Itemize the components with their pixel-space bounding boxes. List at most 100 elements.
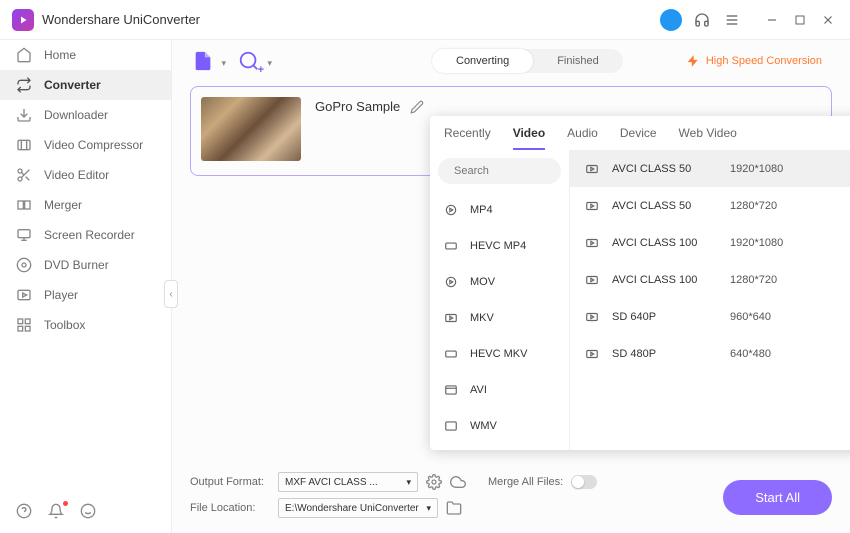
support-headset-icon[interactable] [692, 10, 712, 30]
format-mov[interactable]: MOV [430, 264, 569, 300]
feedback-icon[interactable] [80, 503, 98, 521]
tab-web-video[interactable]: Web Video [679, 126, 737, 150]
sidebar-item-dvd[interactable]: DVD Burner [0, 250, 171, 280]
sidebar-item-converter[interactable]: Converter [0, 70, 171, 100]
tab-device[interactable]: Device [620, 126, 657, 150]
format-label: MOV [470, 276, 495, 288]
format-search[interactable] [438, 158, 561, 184]
segment-converting[interactable]: Converting [432, 49, 533, 73]
format-icon [442, 383, 460, 397]
start-all-button[interactable]: Start All [723, 480, 832, 515]
sidebar-item-label: Video Editor [44, 168, 109, 182]
chevron-down-icon: ▾ [426, 503, 431, 514]
preset-name: AVCI CLASS 50 [612, 200, 718, 212]
menu-icon[interactable] [722, 10, 742, 30]
preset-name: AVCI CLASS 50 [612, 163, 718, 175]
preset-icon [584, 310, 600, 324]
preset-name: SD 640P [612, 311, 718, 323]
output-format-label: Output Format: [190, 476, 270, 488]
content-area: ‹ + ▾ + ▾ Converting Finished High Speed… [172, 40, 850, 533]
sidebar-item-label: Home [44, 48, 76, 62]
add-url-button[interactable]: + ▾ [236, 48, 262, 74]
format-label: HEVC MP4 [470, 240, 526, 252]
high-speed-label: High Speed Conversion [706, 55, 822, 67]
preset-item[interactable]: AVCI CLASS 501280*720 [570, 187, 850, 224]
sidebar-item-label: Video Compressor [44, 138, 143, 152]
preset-resolution: 1920*1080 [730, 237, 850, 249]
preset-item[interactable]: AVCI CLASS 100 1920*1080 [570, 224, 850, 261]
format-hevc-mkv[interactable]: HEVC MKV [430, 336, 569, 372]
sidebar-item-merger[interactable]: Merger [0, 190, 171, 220]
maximize-icon[interactable] [790, 10, 810, 30]
file-title: GoPro Sample [315, 99, 400, 114]
preset-resolution: 960*640 [730, 311, 850, 323]
format-icon [442, 275, 460, 289]
app-title: Wondershare UniConverter [42, 12, 200, 27]
tab-audio[interactable]: Audio [567, 126, 598, 150]
preset-item[interactable]: SD 480P640*480 [570, 335, 850, 372]
sidebar-item-toolbox[interactable]: Toolbox [0, 310, 171, 340]
preset-item[interactable]: SD 640P 960*640 [570, 298, 850, 335]
titlebar: Wondershare UniConverter [0, 0, 850, 40]
format-label: WMV [470, 420, 497, 432]
user-avatar-icon[interactable] [660, 9, 682, 31]
file-location-label: File Location: [190, 502, 270, 514]
preset-resolution: 640*480 [730, 348, 850, 360]
preset-icon [584, 347, 600, 361]
sidebar-item-label: Screen Recorder [44, 228, 135, 242]
format-icon [442, 239, 460, 253]
preset-item[interactable]: AVCI CLASS 501920*1080 [570, 150, 850, 187]
segment-finished[interactable]: Finished [533, 49, 623, 73]
help-icon[interactable] [16, 503, 34, 521]
preset-icon [584, 273, 600, 287]
close-icon[interactable] [818, 10, 838, 30]
sidebar-item-label: DVD Burner [44, 258, 109, 272]
merge-label: Merge All Files: [488, 476, 563, 488]
preset-item[interactable]: AVCI CLASS 1001280*720 [570, 261, 850, 298]
preset-name: AVCI CLASS 100 [612, 237, 718, 249]
output-format-select[interactable]: MXF AVCI CLASS ... ▾ [278, 472, 418, 492]
add-file-button[interactable]: + ▾ [190, 48, 216, 74]
compressor-icon [16, 137, 32, 153]
sidebar-item-label: Converter [44, 78, 101, 92]
format-mkv[interactable]: MKV [430, 300, 569, 336]
sidebar-item-player[interactable]: Player [0, 280, 171, 310]
file-location-select[interactable]: E:\Wondershare UniConverter ▾ [278, 498, 438, 518]
format-mp4[interactable]: MP4 [430, 192, 569, 228]
sidebar-item-compressor[interactable]: Video Compressor [0, 130, 171, 160]
edit-title-icon[interactable] [410, 100, 424, 114]
disc-icon [16, 257, 32, 273]
output-format-value: MXF AVCI CLASS ... [285, 477, 378, 488]
cloud-icon[interactable] [450, 474, 466, 490]
tab-recently[interactable]: Recently [444, 126, 491, 150]
format-avi[interactable]: AVI [430, 372, 569, 408]
svg-text:+: + [205, 62, 211, 72]
chevron-down-icon: ▾ [221, 58, 226, 69]
preset-icon [584, 236, 600, 250]
sidebar-item-downloader[interactable]: Downloader [0, 100, 171, 130]
settings-icon[interactable] [426, 474, 442, 490]
high-speed-conversion[interactable]: High Speed Conversion [686, 54, 832, 68]
toolbox-icon [16, 317, 32, 333]
video-thumbnail[interactable] [201, 97, 301, 161]
minimize-icon[interactable] [762, 10, 782, 30]
sidebar-collapse-handle[interactable]: ‹ [164, 280, 178, 308]
merge-toggle[interactable] [571, 475, 597, 489]
recorder-icon [16, 227, 32, 243]
bottom-bar: Output Format: MXF AVCI CLASS ... ▾ Merg… [172, 463, 850, 533]
bell-icon[interactable] [48, 503, 66, 521]
status-segment: Converting Finished [432, 49, 623, 73]
format-label: HEVC MKV [470, 348, 527, 360]
sidebar-item-home[interactable]: Home [0, 40, 171, 70]
folder-icon[interactable] [446, 500, 462, 516]
format-hevc-mp4[interactable]: HEVC MP4 [430, 228, 569, 264]
format-icon [442, 311, 460, 325]
format-wmv[interactable]: WMV [430, 408, 569, 444]
sidebar: Home Converter Downloader Video Compress… [0, 40, 172, 533]
preset-icon [584, 162, 600, 176]
preset-icon [584, 199, 600, 213]
sidebar-item-recorder[interactable]: Screen Recorder [0, 220, 171, 250]
sidebar-item-editor[interactable]: Video Editor [0, 160, 171, 190]
converter-icon [16, 77, 32, 93]
tab-video[interactable]: Video [513, 126, 545, 150]
